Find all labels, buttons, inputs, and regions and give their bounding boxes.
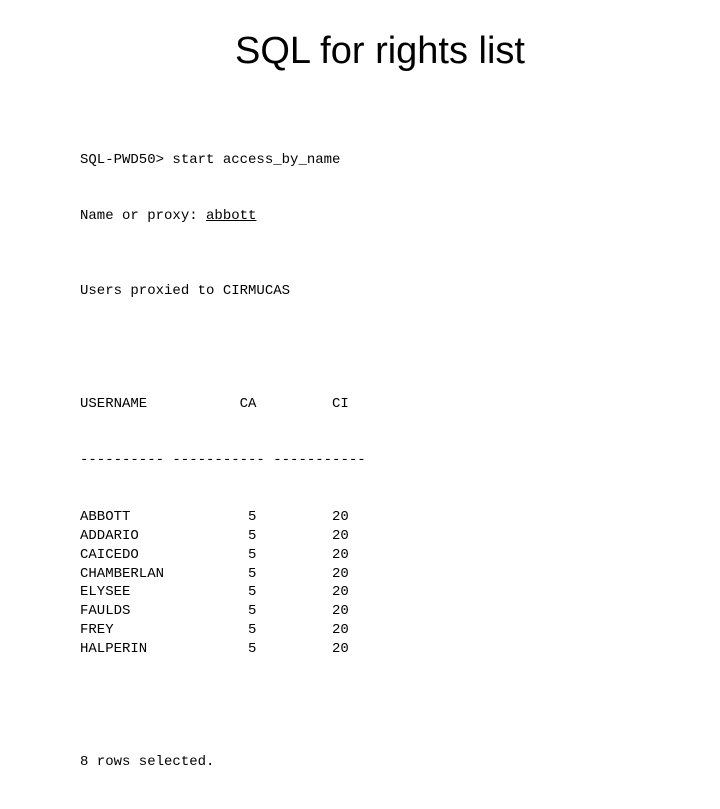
cell-ci: 20 [256,565,348,584]
divider-username: ---------- [80,451,164,470]
table-divider-row: ---------- ----------- ----------- [80,451,640,470]
results-table: USERNAMECACI ---------- ----------- ----… [80,357,640,697]
table-row: CAICEDO520 [80,546,640,565]
command-line: SQL-PWD50> start access_by_name [80,151,640,170]
cell-ca: 5 [164,583,256,602]
cell-ci: 20 [256,602,348,621]
cell-ci: 20 [256,640,348,659]
name-input-line: Name or proxy: abbott [80,207,640,226]
table-row: FAULDS520 [80,602,640,621]
slide-container: SQL for rights list SQL-PWD50> start acc… [0,0,720,540]
cell-ca: 5 [164,527,256,546]
table-row: CHAMBERLAN520 [80,565,640,584]
summary-text: 8 rows selected. [80,753,640,772]
cell-ci: 20 [256,508,348,527]
cell-ca: 5 [164,621,256,640]
table-body: ABBOTT520ADDARIO520CAICEDO520CHAMBERLAN5… [80,508,640,659]
page-title: SQL for rights list [120,30,640,73]
name-input-value: abbott [206,208,256,224]
cell-username: CAICEDO [80,546,164,565]
table-row: HALPERIN520 [80,640,640,659]
cell-ca: 5 [164,640,256,659]
cell-username: ABBOTT [80,508,164,527]
cell-ci: 20 [256,583,348,602]
table-row: ABBOTT520 [80,508,640,527]
col-header-ca: CA [164,395,256,414]
cell-username: HALPERIN [80,640,164,659]
cell-ca: 5 [164,565,256,584]
table-header-row: USERNAMECACI [80,395,640,414]
table-row: ELYSEE520 [80,583,640,602]
proxied-header: Users proxied to CIRMUCAS [80,282,640,301]
table-row: ADDARIO520 [80,527,640,546]
col-header-ci: CI [256,395,348,414]
cell-ca: 5 [164,602,256,621]
table-row: FREY520 [80,621,640,640]
cell-ca: 5 [164,546,256,565]
name-prompt: Name or proxy: [80,208,206,224]
divider-ca: ----------- [172,452,264,468]
cell-username: FREY [80,621,164,640]
col-header-username: USERNAME [80,395,164,414]
divider-ci: ----------- [273,452,365,468]
cell-username: ADDARIO [80,527,164,546]
cell-ci: 20 [256,527,348,546]
cell-username: FAULDS [80,602,164,621]
cell-username: ELYSEE [80,583,164,602]
cell-ci: 20 [256,621,348,640]
cell-username: CHAMBERLAN [80,565,164,584]
sql-prompt: SQL-PWD50> [80,152,172,168]
sql-command: start access_by_name [172,152,340,168]
cell-ca: 5 [164,508,256,527]
cell-ci: 20 [256,546,348,565]
terminal-output: SQL-PWD50> start access_by_name Name or … [80,113,640,809]
